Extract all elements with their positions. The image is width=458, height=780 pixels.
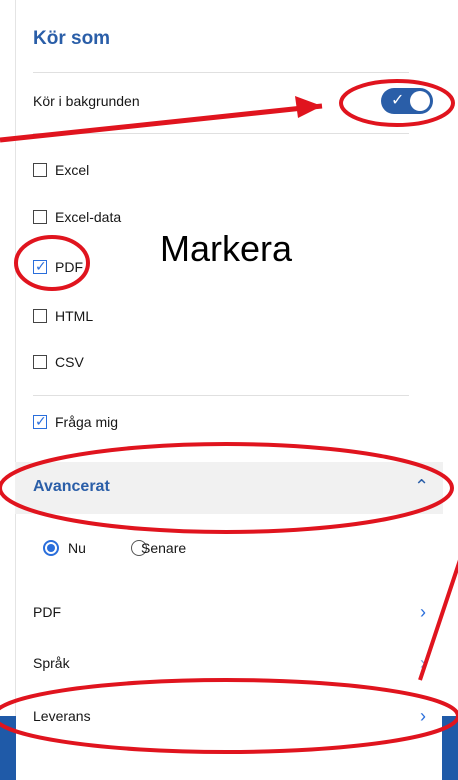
- annotation-ellipse-toggle: [339, 79, 455, 127]
- annotation-arrowhead-toggle: [295, 96, 322, 118]
- annotation-overlay: [0, 79, 458, 754]
- annotation-ellipse-pdf: [14, 235, 90, 291]
- annotation-ellipse-delivery: [0, 678, 458, 754]
- annotation-arrow-toggle: [0, 103, 323, 143]
- annotation-arrow-line: [418, 559, 458, 681]
- annotation-ellipse-advanced: [0, 442, 454, 534]
